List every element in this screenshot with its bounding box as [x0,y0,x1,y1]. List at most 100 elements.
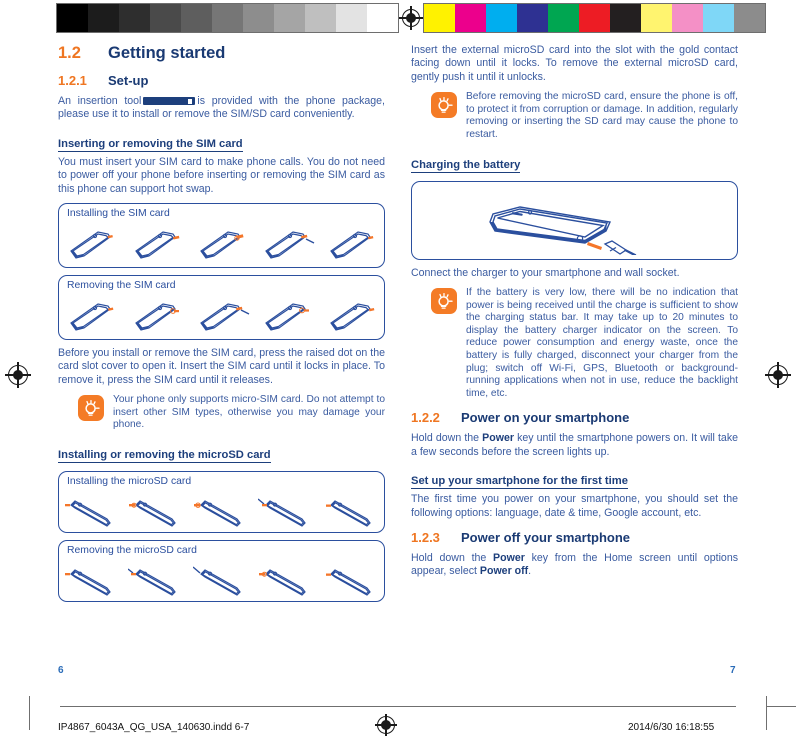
registration-target-icon [399,6,423,30]
color-patch-6 [610,4,641,32]
intro-text-before: An insertion tool [58,95,142,107]
illustration-installing-microsd: Installing the microSD card [58,471,385,534]
page-number-right: 7 [730,665,736,676]
first-time-setup-heading: Set up your smartphone for the first tim… [411,475,628,490]
footer-divider [60,706,736,707]
registration-target-icon [375,714,397,736]
sim-card-heading: Inserting or removing the SIM card [58,137,243,152]
microsd-heading: Installing or removing the microSD card [58,449,271,464]
subsection-number: 1.2.1 [58,73,87,88]
phone-microsd-step-icon [128,499,176,527]
phone-sim-remove-step-icon [134,303,179,331]
intro-paragraph: An insertion tool is provided with the ph… [58,95,385,122]
grayscale-patch-8 [305,4,336,32]
calibration-registration-wrap [399,3,423,33]
phone-sim-step-icon [134,231,179,259]
power-off-text-end: . [528,565,532,578]
phone-sim-remove-step-icon [264,303,309,331]
phone-microsd-remove-step-icon [325,568,371,596]
phone-microsd-remove-step-icon [258,568,306,596]
footer-file-name: IP4867_6043A_QG_USA_140630.indd 6-7 [58,722,250,733]
section-number: 1.2 [58,44,81,62]
subsection-heading-power-off: 1.2.3 Power off your smartphone [411,530,738,545]
charging-battery-heading: Charging the battery [411,158,521,173]
phone-microsd-remove-step-icon [127,567,176,596]
color-patch-1 [455,4,486,32]
phone-microsd-step-icon [193,499,241,527]
phone-microsd-step-icon [325,499,371,527]
lightbulb-tip-icon [78,395,104,422]
phone-sim-step-icon [69,231,113,259]
tip-callout-microsd: Before removing the microSD card, ensure… [431,91,738,141]
footer-timestamp: 2014/6/30 16:18:55 [628,722,715,733]
illustration-stage [412,182,737,256]
subsection-heading-setup: 1.2.1 Set-up [58,73,385,88]
subsection-number: 1.2.2 [411,410,440,426]
grayscale-patch-5 [212,4,243,32]
color-patch-4 [548,4,579,32]
phone-microsd-remove-step-icon [64,568,111,596]
grayscale-patch-1 [88,4,119,32]
subsection-number: 1.2.3 [411,529,440,545]
color-patch-8 [672,4,703,32]
power-off-text-start: Hold down the [411,551,494,564]
subsection-title: Power off your smartphone [461,529,631,545]
tip-text: If the battery is very low, there will b… [466,287,738,399]
phone-sim-step-icon [199,231,244,259]
page-right-column: Insert the external microSD card into th… [411,44,738,586]
section-title: Getting started [108,44,226,62]
first-time-setup-paragraph: The first time you power on your smartph… [411,493,738,519]
grayscale-patch-4 [181,4,212,32]
grayscale-patch-group [56,3,399,33]
phone-sim-remove-step-icon [199,303,249,331]
grayscale-patch-3 [150,4,181,32]
illustration-label: Removing the microSD card [67,545,197,557]
phone-sim-remove-step-icon [329,303,374,331]
microsd-paragraph: Insert the external microSD card into th… [411,44,738,83]
power-off-paragraph: Hold down the Power key from the Home sc… [411,552,738,579]
crop-mark-right [766,696,767,730]
tip-text: Before removing the microSD card, ensure… [466,91,738,140]
color-patch-9 [703,4,734,32]
tip-text: Your phone only supports micro-SIM card.… [113,394,385,431]
color-patch-7 [641,4,672,32]
charging-caption: Connect the charger to your smartphone a… [411,266,680,279]
grayscale-patch-9 [336,4,367,32]
subsection-heading-power-on: 1.2.2 Power on your smartphone [411,410,738,425]
grayscale-patch-2 [119,4,150,32]
grayscale-patch-6 [243,4,274,32]
illustration-stage [59,297,384,335]
grayscale-patch-0 [57,4,88,32]
page-left-column: 1.2 Getting started 1.2.1 Set-up An inse… [58,44,385,609]
color-patch-10 [734,4,765,32]
power-off-option-label: Power off [479,565,529,578]
phone-sim-remove-step-icon [69,303,113,331]
power-on-text-start: Hold down the [411,432,483,445]
phone-microsd-step-icon [257,497,306,527]
tip-callout-battery: If the battery is very low, there will b… [431,287,738,400]
insertion-tool-icon [143,97,196,105]
illustration-removing-microsd: Removing the microSD card [58,540,385,603]
phone-sim-step-icon [329,231,373,259]
lightbulb-tip-icon [431,288,457,314]
illustration-removing-sim: Removing the SIM card [58,275,385,341]
press-calibration-strip [56,2,766,34]
color-patch-3 [517,4,548,32]
grayscale-patch-7 [274,4,305,32]
section-heading: 1.2 Getting started [58,44,385,63]
page-number-left: 6 [58,665,64,676]
power-key-label: Power [482,432,514,445]
color-patch-2 [486,4,517,32]
illustration-label: Installing the SIM card [67,208,170,220]
phone-charger-icon [488,206,636,256]
manual-spread: 1.2 Getting started 1.2.1 Set-up An inse… [0,44,796,654]
color-patch-group [423,3,766,33]
tip-callout-sim: Your phone only supports micro-SIM card.… [78,394,385,432]
illustration-charging-battery [411,180,738,260]
illustration-stage [59,562,384,597]
sim-card-paragraph: You must insert your SIM card to make ph… [58,155,385,195]
crop-mark-left [29,696,30,730]
sim-instructions-paragraph: Before you install or remove the SIM car… [58,347,385,386]
color-patch-5 [579,4,610,32]
page-footer: 6 7 IP4867_6043A_QG_USA_140630.indd 6-7 … [0,660,796,738]
